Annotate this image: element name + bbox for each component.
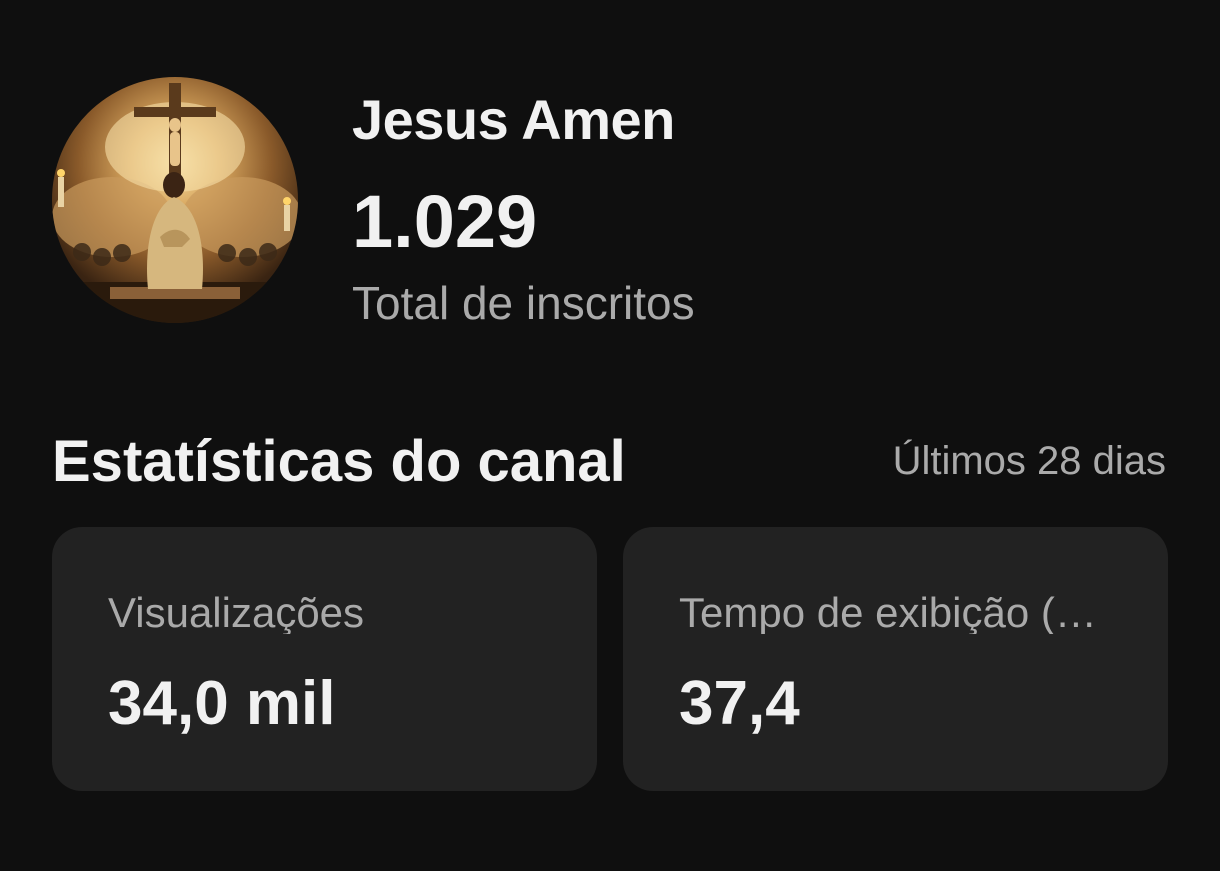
period-label: Últimos 28 dias (892, 439, 1166, 483)
stat-card-label: Tempo de exibição (… (679, 592, 1097, 634)
stat-card-value: 37,4 (679, 669, 800, 738)
stat-card-label: Visualizações (108, 592, 365, 634)
stat-card-watch-time[interactable]: Tempo de exibição (… 37,4 (623, 527, 1168, 791)
subscriber-label: Total de inscritos (352, 277, 695, 329)
stat-card-views[interactable]: Visualizações 34,0 mil (52, 527, 597, 791)
channel-dashboard: Jesus Amen 1.029 Total de inscritos Esta… (0, 0, 1220, 871)
stat-card-value: 34,0 mil (108, 669, 336, 738)
channel-name: Jesus Amen (352, 88, 675, 151)
section-title: Estatísticas do canal (52, 429, 626, 494)
channel-avatar[interactable] (52, 77, 298, 323)
avatar-image (52, 83, 298, 323)
subscriber-count: 1.029 (352, 180, 538, 263)
